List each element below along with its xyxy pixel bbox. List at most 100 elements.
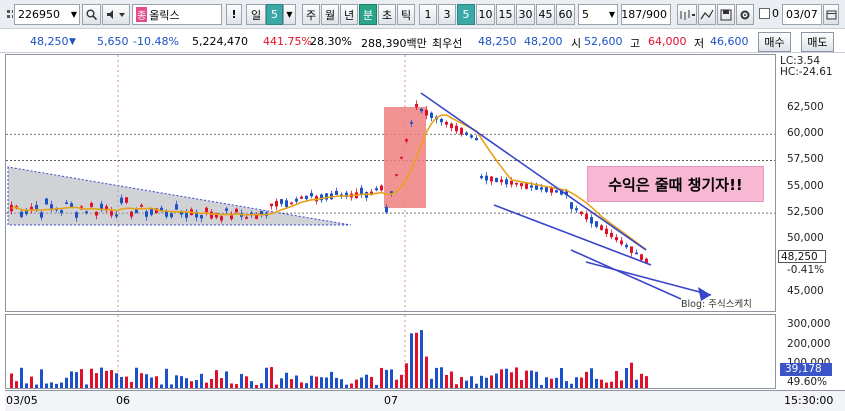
stock-name-field[interactable]: 종 올릭스 (132, 4, 222, 25)
chevron-down-icon[interactable]: ▼ (283, 4, 296, 25)
interval-select[interactable]: 5 ▼ (578, 4, 618, 25)
volume-bar (355, 379, 358, 388)
minute-3-button[interactable]: 3 (438, 4, 456, 25)
volume-bar (240, 373, 243, 388)
volume-bar (195, 380, 198, 388)
volume-bar (560, 367, 563, 388)
tab-minute[interactable]: 분 (359, 4, 377, 25)
candle-body (465, 132, 468, 135)
tab-tick[interactable]: 틱 (397, 4, 415, 25)
minute-5-button[interactable]: 5 (457, 4, 475, 25)
current-volume-marker: 39,178 (780, 363, 832, 376)
search-button[interactable] (82, 4, 101, 25)
candle-body (550, 188, 553, 193)
volume-bar (420, 330, 423, 388)
candle-body (200, 215, 203, 219)
volume-bar (320, 377, 323, 388)
volume-bar (455, 384, 458, 388)
candle-body (175, 204, 178, 210)
candle-body (595, 221, 598, 227)
candlestick-chart[interactable]: LC:3.54 HC:-24.61 62,500 60,000 57,500 5… (0, 54, 845, 411)
volume-bar (635, 379, 638, 388)
volume-bar (315, 376, 318, 388)
tab-year[interactable]: 년 (340, 4, 358, 25)
candle-body (395, 174, 398, 176)
volume-bar (100, 367, 103, 388)
candle-body (570, 202, 573, 209)
calendar-button[interactable] (823, 4, 839, 25)
volume-bar (285, 372, 288, 388)
period-day-button[interactable]: 일 (246, 4, 266, 25)
candle-body (520, 183, 523, 187)
candle-body (590, 217, 593, 224)
volume-bar (140, 373, 143, 388)
volume-bar (410, 333, 413, 388)
date-axis: 03/05 06 07 15:30:00 (5, 390, 845, 411)
volume-bar (510, 372, 513, 388)
minute-15-button[interactable]: 15 (496, 4, 515, 25)
minute-60-button[interactable]: 60 (556, 4, 575, 25)
save-button[interactable] (717, 4, 735, 25)
stock-code-value: 226950 (18, 8, 60, 21)
candle-body (120, 197, 123, 204)
volume-bar (490, 375, 493, 388)
candle-body (110, 211, 113, 216)
minute-30-button[interactable]: 30 (516, 4, 535, 25)
alert-button[interactable]: ! (226, 4, 242, 25)
minute-10-button[interactable]: 10 (476, 4, 495, 25)
volume-bar (600, 379, 603, 388)
annotation-note: 수익은 줄때 챙기자!! (587, 166, 764, 202)
candle-body (510, 180, 513, 185)
volume-bar (280, 378, 283, 388)
candle-body (410, 122, 413, 124)
draw-tool-button[interactable] (698, 4, 716, 25)
candle-body (425, 109, 428, 116)
volume-bar (405, 363, 408, 388)
candle-body (75, 212, 78, 218)
date-input[interactable]: 03/07 (782, 4, 822, 25)
grid-icon[interactable] (3, 4, 13, 25)
change-percent: -10.48% (133, 35, 179, 48)
triangle-pattern (7, 166, 352, 226)
volume-bar (130, 381, 133, 388)
trading-amount: 288,390백만 (361, 37, 427, 50)
candle-body (555, 190, 558, 193)
volume-bar (495, 373, 498, 388)
volume-bar (335, 377, 338, 388)
chevron-down-icon[interactable]: ▼ (609, 10, 615, 19)
volume-bar (85, 384, 88, 388)
volume-bar (595, 378, 598, 388)
volume-bar (570, 383, 573, 388)
chevron-down-icon[interactable]: ▼ (71, 10, 77, 19)
buy-button[interactable]: 매수 (758, 32, 791, 52)
volume-bar (95, 373, 98, 388)
settings-button[interactable] (736, 4, 754, 25)
volume-bar (225, 371, 228, 388)
candle-body (280, 199, 283, 204)
candle-body (445, 121, 448, 125)
tab-second[interactable]: 초 (378, 4, 396, 25)
period-value[interactable]: 5 (266, 4, 283, 25)
minute-45-button[interactable]: 45 (536, 4, 555, 25)
tab-month[interactable]: 월 (321, 4, 339, 25)
candle-body (640, 254, 643, 260)
volume-bar (580, 377, 583, 388)
candle-body (480, 176, 483, 179)
option-checkbox[interactable] (759, 8, 770, 19)
volume-panel[interactable] (5, 314, 776, 389)
indicator-icon (680, 9, 695, 20)
candle-body (385, 206, 388, 213)
candle-body (225, 208, 228, 211)
sound-button[interactable] (102, 4, 130, 25)
sell-button[interactable]: 매도 (801, 32, 834, 52)
candle-body (305, 195, 308, 200)
volume-bar (145, 374, 148, 388)
tab-week[interactable]: 주 (302, 4, 320, 25)
candle-body (60, 210, 63, 213)
minute-1-button[interactable]: 1 (419, 4, 437, 25)
candle-body (165, 211, 168, 217)
volume-bar (185, 378, 188, 388)
candle-body (90, 203, 93, 207)
indicator-button[interactable] (677, 4, 697, 25)
stock-code-input[interactable]: 226950 ▼ (14, 4, 80, 25)
